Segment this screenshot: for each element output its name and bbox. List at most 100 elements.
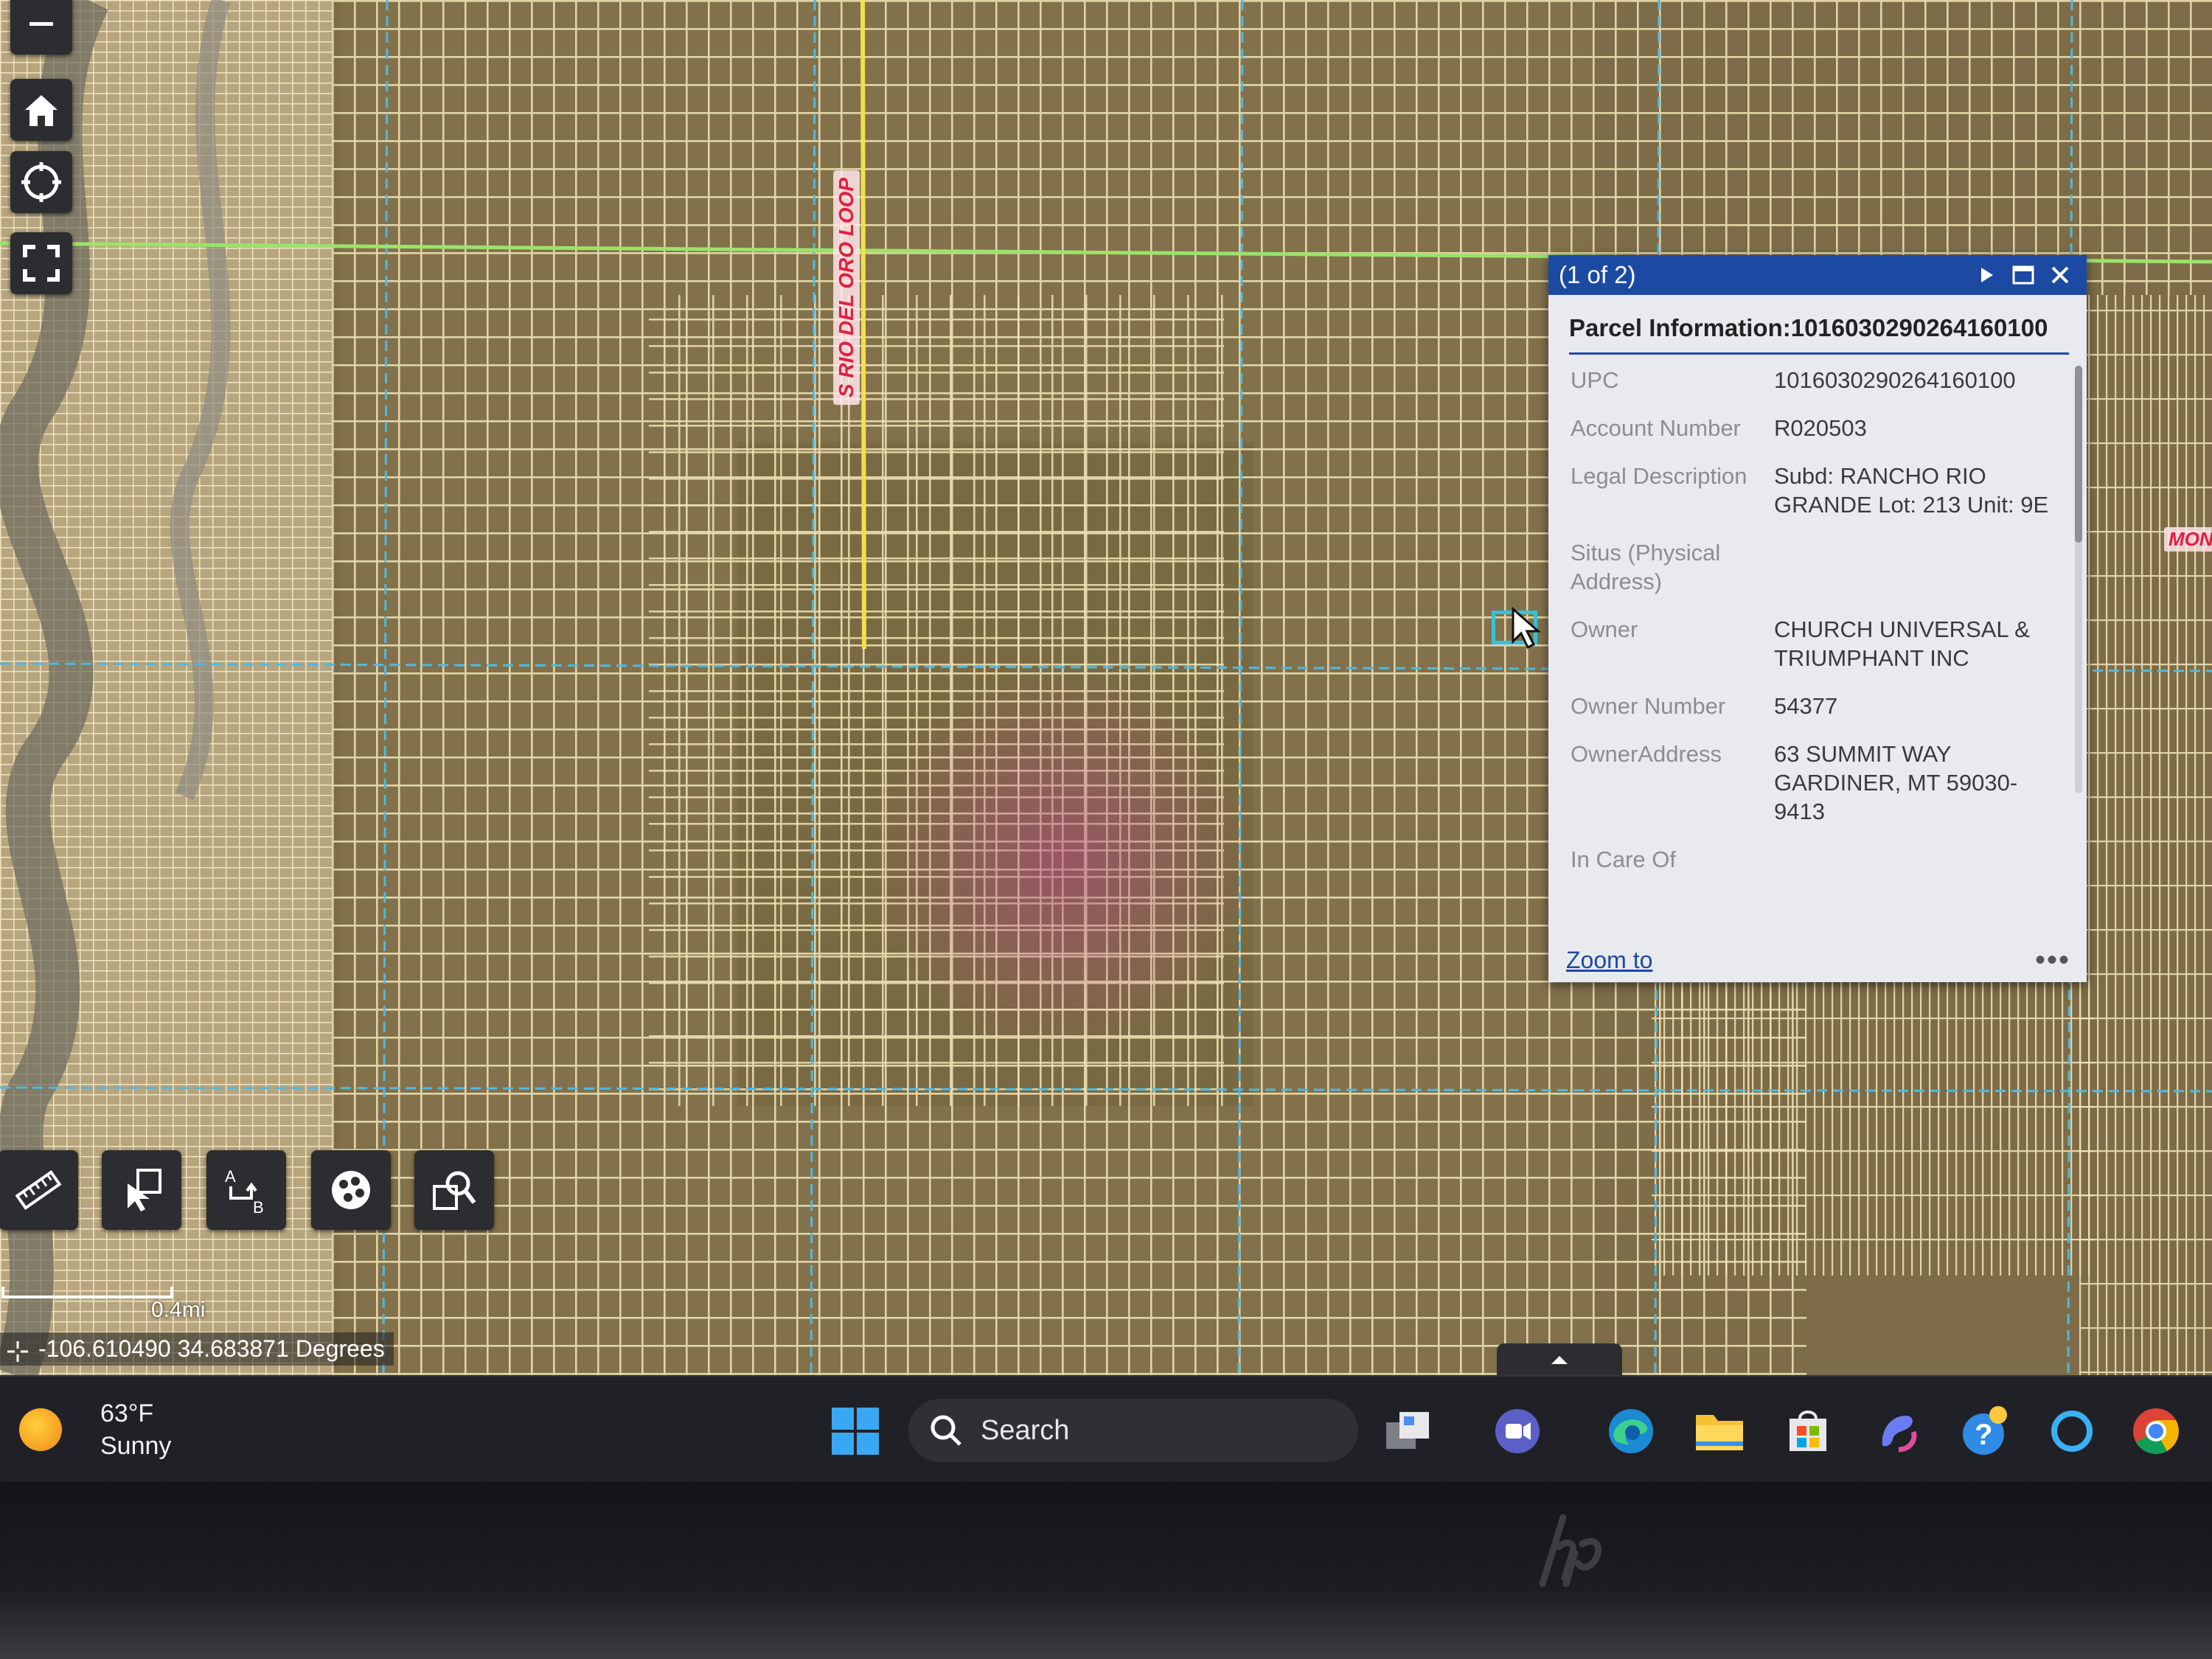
- field-value: [1774, 845, 2057, 874]
- road-label-edge: MON: [2164, 527, 2212, 552]
- next-feature-button[interactable]: [1970, 259, 2003, 291]
- field-label: Legal Description: [1571, 463, 1747, 489]
- play-next-icon: [1981, 268, 1993, 282]
- chrome-icon: [2133, 1408, 2179, 1454]
- field-label: Situs (Physical Address): [1571, 540, 1721, 594]
- home-icon: [25, 95, 58, 126]
- chrome-button[interactable]: [2129, 1405, 2183, 1458]
- svg-text:?: ?: [1975, 1419, 1992, 1451]
- maximize-popup-button[interactable]: [2007, 259, 2039, 291]
- file-explorer-icon: [1696, 1415, 1743, 1450]
- copilot-button[interactable]: [1871, 1405, 1924, 1458]
- teams-icon: [1495, 1409, 1540, 1453]
- mouse-cursor-icon: [1512, 606, 1541, 650]
- svg-text:A: A: [225, 1167, 236, 1186]
- popup-title: Parcel Information:1016030290264160100: [1569, 314, 2069, 355]
- help-icon: ?: [1963, 1406, 2007, 1455]
- svg-text:B: B: [253, 1198, 264, 1216]
- teams-button[interactable]: [1491, 1405, 1544, 1458]
- scrollbar-thumb[interactable]: [2075, 366, 2082, 543]
- help-button[interactable]: ?: [1958, 1405, 2011, 1458]
- layers-icon: [332, 1171, 370, 1209]
- select-icon: [128, 1169, 161, 1211]
- laptop-bezel: [0, 1482, 2212, 1659]
- field-row-in-care-of: In Care Of: [1571, 845, 2057, 874]
- field-label: In Care Of: [1571, 846, 1676, 872]
- field-row-owner-address: OwnerAddress 63 SUMMIT WAY GARDINER, MT 5…: [1571, 740, 2057, 826]
- field-value: 63 SUMMIT WAY GARDINER, MT 59030-9413: [1774, 741, 2018, 824]
- locate-button[interactable]: [10, 151, 72, 213]
- directions-tool-button[interactable]: AB: [206, 1150, 286, 1230]
- field-row-owner-number: Owner Number 54377: [1571, 692, 2057, 720]
- field-label: Account Number: [1571, 415, 1741, 441]
- search-map-icon: [433, 1171, 476, 1210]
- popup-feature-count: (1 of 2): [1559, 261, 1636, 288]
- field-row-legal-description: Legal Description Subd: RANCHO RIO GRANDE…: [1571, 462, 2057, 519]
- file-explorer-button[interactable]: [1693, 1405, 1746, 1458]
- field-row-owner: Owner CHURCH UNIVERSAL & TRIUMPHANT INC: [1571, 615, 2057, 672]
- map-view[interactable]: S RIO DEL ORO LOOP MON AB 0.4mi -106.610…: [0, 0, 2212, 1375]
- edge-button[interactable]: [1604, 1405, 1658, 1458]
- field-value: [1774, 538, 2057, 596]
- measure-tool-button[interactable]: [0, 1150, 78, 1230]
- hp-logo: [1539, 1514, 1601, 1587]
- field-value: CHURCH UNIVERSAL & TRIUMPHANT INC: [1774, 616, 2030, 671]
- sun-icon: [19, 1408, 62, 1451]
- parcel-info-popup: (1 of 2) Parcel Information:101603029026…: [1548, 255, 2087, 982]
- maximize-icon: [2012, 265, 2034, 285]
- weather-temperature: 63°F: [100, 1399, 154, 1427]
- field-value: R020503: [1774, 415, 1867, 441]
- zoom-out-button[interactable]: [10, 0, 72, 55]
- field-label: Owner Number: [1571, 693, 1726, 719]
- weather-condition: Sunny: [100, 1432, 172, 1460]
- more-options-button[interactable]: •••: [2035, 944, 2070, 977]
- search-icon: [931, 1415, 961, 1446]
- minus-icon: [29, 22, 53, 26]
- field-label: Owner: [1571, 616, 1638, 642]
- edge-icon: [1609, 1409, 1653, 1453]
- ruler-icon: [15, 1169, 62, 1211]
- crosshair-icon: [7, 1341, 28, 1362]
- field-row-account-number: Account Number R020503: [1571, 414, 2057, 442]
- cortana-icon: [2051, 1411, 2093, 1452]
- store-button[interactable]: [1781, 1405, 1834, 1458]
- weather-widget[interactable]: 63°F Sunny: [19, 1397, 171, 1462]
- layers-tool-button[interactable]: [311, 1150, 391, 1230]
- taskbar-search[interactable]: Search: [908, 1399, 1358, 1462]
- windows-start-button[interactable]: [829, 1405, 882, 1458]
- home-button[interactable]: [10, 79, 72, 141]
- expand-panel-tab[interactable]: [1497, 1343, 1622, 1375]
- search-placeholder: Search: [981, 1414, 1070, 1446]
- copilot-icon: [1882, 1416, 1917, 1453]
- zoom-to-link[interactable]: Zoom to: [1565, 947, 2035, 974]
- chevron-up-icon: [1551, 1356, 1568, 1364]
- close-popup-button[interactable]: [2044, 259, 2076, 291]
- store-icon: [1790, 1411, 1826, 1451]
- field-value: Subd: RANCHO RIO GRANDE Lot: 213 Unit: 9…: [1774, 463, 2049, 518]
- road-label: S RIO DEL ORO LOOP: [826, 170, 867, 406]
- field-row-upc: UPC 1016030290264160100: [1571, 366, 2057, 394]
- field-value: 54377: [1774, 693, 1838, 719]
- search-parcels-tool-button[interactable]: [414, 1150, 494, 1230]
- select-tool-button[interactable]: [102, 1150, 181, 1230]
- scale-label: 0.4mi: [151, 1298, 206, 1322]
- coordinates-text: -106.610490 34.683871 Degrees: [38, 1335, 385, 1362]
- directions-icon: AB: [225, 1167, 264, 1216]
- coordinate-readout: -106.610490 34.683871 Degrees: [0, 1332, 394, 1366]
- popup-fields[interactable]: UPC 1016030290264160100 Account Number R02…: [1571, 366, 2057, 897]
- field-label: UPC: [1571, 367, 1619, 393]
- popup-header: (1 of 2): [1548, 255, 2087, 295]
- field-value: 1016030290264160100: [1774, 367, 2016, 393]
- cortana-button[interactable]: [2045, 1405, 2098, 1458]
- windows-start-icon: [832, 1408, 879, 1455]
- fullscreen-button[interactable]: [10, 232, 72, 294]
- field-row-situs: Situs (Physical Address): [1571, 538, 2057, 596]
- popup-scrollbar[interactable]: [2075, 366, 2082, 793]
- close-icon: [2051, 266, 2069, 284]
- task-view-button[interactable]: [1382, 1405, 1435, 1458]
- field-label: OwnerAddress: [1571, 741, 1722, 767]
- popup-footer: Zoom to •••: [1565, 938, 2070, 982]
- scale-bar: [1, 1287, 173, 1298]
- fullscreen-icon: [23, 245, 60, 282]
- locate-icon: [21, 162, 61, 202]
